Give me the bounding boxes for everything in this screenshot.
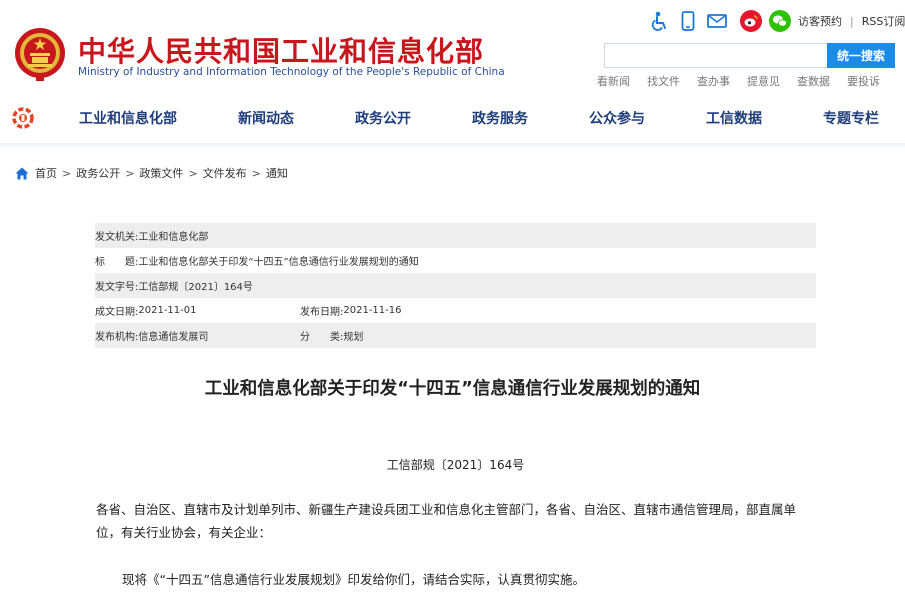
national-emblem-icon[interactable] (14, 26, 66, 82)
meta-publish-date-label: 发布日期: (300, 307, 344, 318)
breadcrumb-separator: > (125, 166, 135, 180)
meta-category-label: 分 类: (300, 332, 344, 343)
document-body-paragraph: 现将《“十四五”信息通信行业发展规划》印发给你们，请结合实际，认真贯彻实施。 (122, 572, 585, 587)
document-meta-table: 发文机关: 工业和信息化部 标 题: 工业和信息化部关于印发“十四五”信息通信行… (95, 223, 816, 348)
quick-link-complaint[interactable]: 要投诉 (847, 73, 880, 89)
breadcrumb-notice[interactable]: 通知 (266, 165, 288, 181)
quick-link-feedback[interactable]: 提意见 (747, 73, 780, 89)
site-header: 中华人民共和国工业和信息化部 Ministry of Industry and … (0, 0, 905, 95)
rss-link[interactable]: RSS订阅 (862, 13, 905, 29)
visitor-booking-link[interactable]: 访客预约 (798, 13, 842, 29)
nav-divider (0, 143, 905, 149)
meta-row-dates: 成文日期: 2021-11-01 发布日期: 2021-11-16 (95, 298, 816, 323)
breadcrumb-home[interactable]: 首页 (35, 165, 57, 181)
meta-row-issuer: 发文机关: 工业和信息化部 (95, 223, 816, 248)
meta-row-org: 发布机构: 信息通信发展司 分 类: 规划 (95, 323, 816, 348)
meta-row-title: 标 题: 工业和信息化部关于印发“十四五”信息通信行业发展规划的通知 (95, 248, 816, 273)
meta-written-date-label: 成文日期: (95, 307, 139, 318)
quick-link-files[interactable]: 找文件 (647, 73, 680, 89)
document-number: 工信部规〔2021〕164号 (386, 458, 525, 472)
meta-written-date-value: 2021-11-01 (138, 305, 197, 316)
weibo-icon[interactable] (740, 10, 762, 32)
wechat-icon[interactable] (769, 10, 791, 32)
nav-item-gov-affairs[interactable]: 政务公开 (355, 108, 411, 128)
nav-item-topics[interactable]: 专题专栏 (823, 108, 879, 128)
miit-logo-icon[interactable] (12, 107, 34, 129)
meta-title-value: 工业和信息化部关于印发“十四五”信息通信行业发展规划的通知 (138, 257, 419, 268)
breadcrumb-separator: > (62, 166, 72, 180)
nav-item-miit[interactable]: 工业和信息化部 (79, 108, 177, 128)
quick-link-data[interactable]: 查数据 (797, 73, 830, 89)
main-nav: 工业和信息化部 新闻动态 政务公开 政务服务 公众参与 工信数据 专题专栏 (0, 100, 905, 136)
meta-org-value: 信息通信发展司 (138, 332, 209, 343)
nav-item-gov-services[interactable]: 政务服务 (472, 108, 528, 128)
site-title[interactable]: 中华人民共和国工业和信息化部 (78, 30, 484, 70)
mail-icon[interactable] (706, 10, 728, 32)
nav-item-data[interactable]: 工信数据 (706, 108, 762, 128)
meta-issuer-label: 发文机关: (95, 232, 139, 243)
meta-org-label: 发布机构: (95, 332, 139, 343)
accessibility-icon[interactable] (648, 10, 670, 32)
document-addressees: 各省、自治区、直辖市及计划单列市、新疆生产建设兵团工业和信息化主管部门，各省、自… (96, 502, 797, 540)
meta-issuer-value: 工业和信息化部 (138, 232, 209, 243)
quick-link-news[interactable]: 看新闻 (597, 73, 630, 89)
header-tools: 访客预约 | RSS订阅 (648, 10, 905, 32)
breadcrumb-separator: > (251, 166, 261, 180)
mobile-icon[interactable] (677, 10, 699, 32)
meta-title-label: 标 题: (95, 257, 139, 268)
meta-doc-number-label: 发文字号: (95, 282, 139, 293)
document-title: 工业和信息化部关于印发“十四五”信息通信行业发展规划的通知 (204, 379, 701, 399)
meta-publish-date-value: 2021-11-16 (343, 305, 402, 316)
nav-item-participation[interactable]: 公众参与 (589, 108, 645, 128)
breadcrumb-policy-files[interactable]: 政策文件 (139, 165, 183, 181)
breadcrumb-separator: > (188, 166, 198, 180)
search-input[interactable] (604, 43, 828, 68)
home-icon[interactable] (15, 167, 29, 180)
meta-row-doc-number: 发文字号: 工信部规〔2021〕164号 (95, 273, 816, 298)
breadcrumb: 首页 > 政务公开 > 政策文件 > 文件发布 > 通知 (15, 165, 288, 181)
quick-link-services[interactable]: 查办事 (697, 73, 730, 89)
search-button[interactable]: 统一搜索 (827, 43, 895, 68)
breadcrumb-file-release[interactable]: 文件发布 (203, 165, 247, 181)
quick-links: 看新闻 找文件 查办事 提意见 查数据 要投诉 (597, 73, 880, 89)
tools-separator: | (850, 14, 854, 28)
nav-item-news[interactable]: 新闻动态 (238, 108, 294, 128)
site-subtitle: Ministry of Industry and Information Tec… (78, 66, 505, 78)
breadcrumb-gov-affairs[interactable]: 政务公开 (76, 165, 120, 181)
meta-category-value: 规划 (343, 332, 364, 343)
meta-doc-number-value: 工信部规〔2021〕164号 (138, 282, 253, 293)
